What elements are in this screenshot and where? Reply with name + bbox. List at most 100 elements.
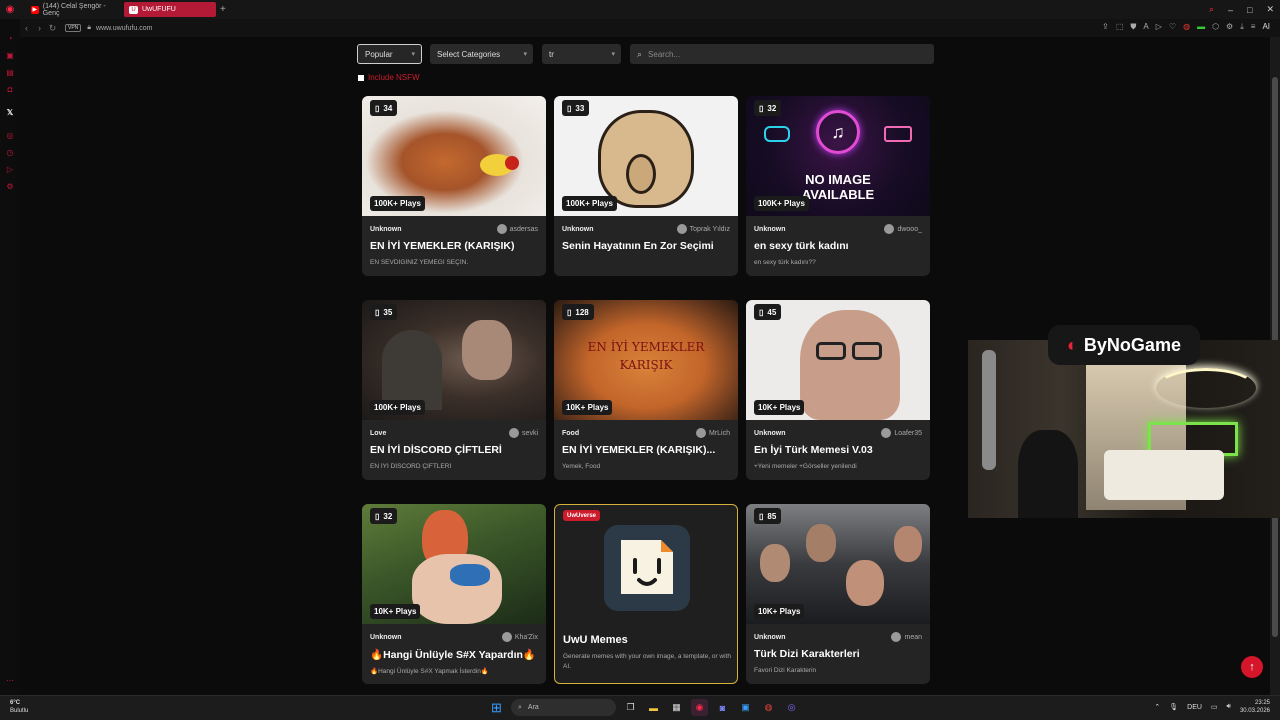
game-card[interactable]: ▯ 34 100K+ Plays Unknown asdersas EN İYİ … <box>362 96 546 276</box>
discord-icon[interactable]: ◘ <box>8 85 13 96</box>
card-author[interactable]: MrLich <box>695 428 730 438</box>
card-category: Unknown <box>370 226 402 233</box>
card-title: Türk Dizi Karakterleri <box>754 648 860 660</box>
share-icon[interactable]: ⇪ <box>1102 22 1109 32</box>
scroll-to-top-button[interactable]: ↑ <box>1241 656 1263 678</box>
play-icon[interactable]: ▷ <box>1156 22 1162 32</box>
card-author[interactable]: mean <box>891 632 922 642</box>
game-card[interactable]: ▯ 33 100K+ Plays Unknown Toprak Yıldız Se… <box>554 96 738 276</box>
bookmarks-icon[interactable]: ▷ <box>7 165 13 176</box>
language-select[interactable]: tr ▾ <box>542 44 621 64</box>
url-field[interactable]: www.uwufufu.com <box>96 25 152 32</box>
calendar-app-icon[interactable]: ▦ <box>668 699 685 716</box>
card-plays-badge: 10K+ Plays <box>754 604 805 619</box>
search-input[interactable]: ⌕ Search... <box>630 44 934 64</box>
twitch-icon[interactable]: ▤ <box>6 68 14 79</box>
player-icon[interactable]: ◎ <box>7 131 14 142</box>
browser-tab-bar: ◉ ▶ (144) Celal Şengör - Genç U UwUFUFU … <box>0 0 1280 19</box>
windows-start-icon[interactable]: ⊞ <box>488 699 505 716</box>
extension-red-icon[interactable]: ◍ <box>1183 22 1190 32</box>
settings-icon[interactable]: ⚙ <box>6 182 13 193</box>
translate-icon[interactable]: A <box>1143 22 1148 32</box>
card-author[interactable]: Loafer35 <box>881 428 922 438</box>
weather-widget[interactable]: 6°C Bulutlu <box>10 699 28 715</box>
game-card[interactable]: ▯ 35 100K+ Plays Love sevki EN İYİ DİSCOR… <box>362 300 546 480</box>
volume-icon[interactable]: 🔊︎ <box>1227 703 1231 711</box>
sort-select[interactable]: Popular ▾ <box>357 44 422 64</box>
card-author-name: asdersas <box>509 225 538 233</box>
card-author[interactable]: sevki <box>509 428 538 438</box>
vpn-badge[interactable]: VPN <box>65 24 82 32</box>
card-category: Food <box>562 430 580 437</box>
card-category: Unknown <box>754 226 786 233</box>
card-author[interactable]: Toprak Yıldız <box>676 224 730 234</box>
card-description: 🔥Hangi Ünlüyle S#X Yapmak İsterdin🔥 <box>370 668 489 675</box>
aria-ai-button[interactable]: AI <box>1262 22 1270 32</box>
category-select[interactable]: Select Categories ▾ <box>430 44 533 64</box>
taskbar-clock[interactable]: 23:25 30.03.2026 <box>1240 699 1270 715</box>
cards-icon: ▯ <box>759 103 764 113</box>
x-twitter-icon[interactable]: 𝕏 <box>7 108 13 119</box>
card-author[interactable]: asdersas <box>496 224 538 234</box>
search-tabs-icon[interactable]: ⌕ <box>1209 4 1214 15</box>
nsfw-checkbox[interactable] <box>358 74 364 81</box>
avatar <box>881 428 892 438</box>
game-card[interactable]: ▯ 45 10K+ Plays Unknown Loafer35 En İyi T… <box>746 300 930 480</box>
adblock-icon[interactable]: ⛊ <box>1130 22 1136 32</box>
nsfw-toggle[interactable]: Include NSFW <box>358 73 420 82</box>
opera-gx-logo-icon[interactable]: ◉ <box>0 0 20 19</box>
opera-gx-taskbar-icon[interactable]: ◉ <box>691 699 708 716</box>
extensions-icon[interactable]: ⬡ <box>1212 22 1219 32</box>
sidebar-more-icon[interactable]: ⋯ <box>6 676 14 687</box>
new-tab-button[interactable]: + <box>220 4 226 15</box>
gx-corner-icon[interactable]: ▣ <box>6 51 14 62</box>
store-icon[interactable]: ▣ <box>737 699 754 716</box>
game-card[interactable]: ♫ NO IMAGE AVAILABLE ▯ 32 100K+ Plays Unk… <box>746 96 930 276</box>
card-count: 34 <box>383 103 393 113</box>
back-icon[interactable]: ‹ <box>20 23 33 33</box>
avatar <box>676 224 687 234</box>
chevron-up-icon[interactable]: ⌃ <box>1154 703 1160 711</box>
card-description: +Yeni memeler +Görseller yenilendi <box>754 463 857 470</box>
card-title: 🔥Hangi Ünlüyle S#X Yapardın🔥 <box>370 649 536 661</box>
forward-icon[interactable]: › <box>33 23 46 33</box>
minimize-button[interactable]: – <box>1228 5 1233 15</box>
uwuverse-tag: UwUverse <box>563 510 601 521</box>
menu-icon[interactable]: ≡ <box>1251 22 1256 32</box>
tab-youtube-label: (144) Celal Şengör - Genç <box>42 2 106 17</box>
language-select-value: tr <box>549 49 554 59</box>
card-author[interactable]: Kha'Zix <box>501 632 538 642</box>
card-count: 35 <box>383 307 393 317</box>
card-count: 32 <box>767 103 777 113</box>
game-card[interactable]: ▯ 85 10K+ Plays Unknown mean Türk Dizi Ka… <box>746 504 930 684</box>
tab-uwufufu[interactable]: U UwUFUFU <box>124 2 216 17</box>
network-icon[interactable]: ▭ <box>1211 703 1218 711</box>
task-view-icon[interactable]: ❐ <box>622 699 639 716</box>
browser-sidebar: ◔ ▣ ▤ ◘ 𝕏 ◎ ◷ ▷ ⚙ ⋯ <box>0 19 20 695</box>
tab-youtube[interactable]: ▶ (144) Celal Şengör - Genç <box>26 2 118 17</box>
gx-control-icon[interactable]: ◔ <box>8 34 13 45</box>
microphone-icon[interactable]: 🎙︎ <box>1169 703 1178 711</box>
close-button[interactable]: ✕ <box>1266 4 1274 15</box>
history-icon[interactable]: ◷ <box>7 148 14 159</box>
heart-icon[interactable]: ♡ <box>1169 22 1176 32</box>
file-explorer-icon[interactable]: ▬ <box>645 699 662 716</box>
snapshot-icon[interactable]: ⬚ <box>1116 22 1124 32</box>
easy-setup-icon[interactable]: ⚙ <box>1226 22 1233 32</box>
card-count-badge: ▯ 45 <box>754 304 782 320</box>
extension-green-icon[interactable]: ▬ <box>1197 22 1205 32</box>
maximize-button[interactable]: □ <box>1247 5 1252 15</box>
download-icon[interactable]: ⤓ <box>1240 22 1244 32</box>
taskbar-search[interactable]: ⌕ Ara <box>511 699 616 716</box>
game-card[interactable]: ▯ 32 10K+ Plays Unknown Kha'Zix 🔥Hangi Ün… <box>362 504 546 684</box>
app-purple-icon[interactable]: ◎ <box>783 699 800 716</box>
reload-icon[interactable]: ↻ <box>46 23 59 34</box>
chrome-icon[interactable]: ◍ <box>760 699 777 716</box>
card-plays-badge: 100K+ Plays <box>370 196 425 211</box>
input-language[interactable]: DEU <box>1187 704 1202 711</box>
uwu-memes-card[interactable]: UwUverse UwU Memes Generate memes with y… <box>554 504 738 684</box>
card-author[interactable]: dwooo_ <box>884 224 922 234</box>
game-card[interactable]: EN İYİ YEMEKLER KARIŞIK ▯ 128 10K+ Plays … <box>554 300 738 480</box>
card-category: Unknown <box>754 430 786 437</box>
discord-taskbar-icon[interactable]: ◙ <box>714 699 731 716</box>
